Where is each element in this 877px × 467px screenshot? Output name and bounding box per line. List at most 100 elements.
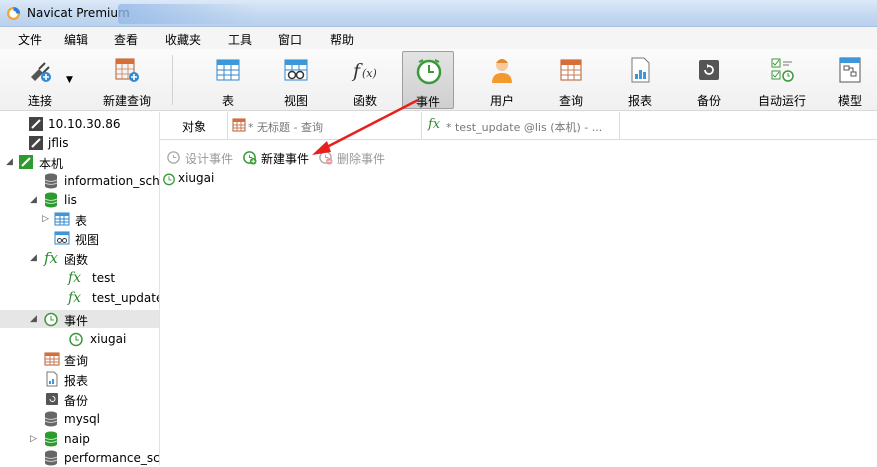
function-icon: fx [428, 117, 441, 132]
object-toolbar: 设计事件 新建事件 删除事件 [160, 141, 877, 171]
tree-item-db-information-schema[interactable]: information_sche [0, 172, 159, 190]
table-icon [54, 212, 70, 226]
menu-window[interactable]: 窗口 [278, 31, 302, 48]
tree-item-queries[interactable]: 查询 [0, 350, 159, 368]
user-button[interactable]: 用户 [476, 51, 528, 109]
button-label: 设计事件 [185, 152, 234, 166]
delete-event-button[interactable]: 删除事件 [318, 149, 396, 167]
tree-item-views[interactable]: 视图 [0, 229, 159, 247]
new-event-icon [243, 151, 257, 165]
backup-button[interactable]: 备份 [683, 51, 735, 109]
new-query-button[interactable]: 新建查询 [95, 51, 159, 109]
tab-bar: 对象 * 无标题 - 查询 fx * test_update @lis (本机)… [160, 112, 877, 140]
title-tab-area [118, 4, 258, 24]
tree-item-db-lis[interactable]: ◢ lis [0, 191, 159, 209]
model-button[interactable]: 模型 [826, 51, 874, 109]
user-icon [492, 59, 512, 83]
tree-item-db-mysql[interactable]: mysql [0, 410, 159, 428]
query-icon [560, 59, 582, 81]
tree-item-connection-1[interactable]: 10.10.30.86 [8, 115, 158, 133]
connection-icon [29, 136, 43, 150]
new-query-label: 新建查询 [102, 94, 151, 108]
tree-label: 报表 [64, 374, 89, 388]
tree-label: 表 [75, 214, 88, 228]
connect-label: 连接 [27, 94, 52, 108]
clock-icon [44, 312, 58, 327]
tree-item-function-test-update[interactable]: fx test_update [0, 289, 159, 307]
table-label: 表 [221, 94, 234, 108]
tree-item-backups[interactable]: 备份 [0, 390, 159, 408]
tree-label: xiugai [90, 332, 127, 346]
event-button[interactable]: 事件 [402, 51, 454, 109]
menu-favorites[interactable]: 收藏夹 [165, 31, 201, 48]
clock-icon [69, 332, 83, 347]
menu-tools[interactable]: 工具 [228, 31, 252, 48]
tree-item-function-test[interactable]: fx test [0, 269, 159, 287]
new-event-button[interactable]: 新建事件 [242, 149, 320, 167]
report-button[interactable]: 报表 [614, 51, 666, 109]
function-icon: fx [68, 290, 82, 306]
automation-button[interactable]: 自动运行 [748, 51, 816, 109]
menu-file[interactable]: 文件 [18, 31, 42, 48]
view-label: 视图 [283, 94, 308, 108]
tree-label: 备份 [64, 394, 89, 408]
toolbar-divider [172, 55, 173, 105]
expand-arrow-icon[interactable]: ◢ [30, 253, 37, 263]
tree-item-reports[interactable]: 报表 [0, 370, 159, 388]
button-label: 新建事件 [261, 152, 310, 166]
collapse-arrow-icon[interactable]: ▷ [30, 434, 37, 444]
navicat-logo-icon [6, 6, 21, 21]
function-icon: f (x) [351, 60, 377, 82]
design-event-button[interactable]: 设计事件 [166, 149, 244, 167]
tree-label: jflis [48, 136, 69, 150]
view-button[interactable]: 视图 [270, 51, 322, 109]
plug-icon [31, 62, 51, 82]
tree-item-tables[interactable]: ▷ 表 [0, 210, 159, 228]
function-button[interactable]: f (x) 函数 [339, 51, 391, 109]
connect-button[interactable]: 连接 [14, 51, 66, 109]
expand-arrow-icon[interactable]: ◢ [30, 314, 37, 324]
tree-item-connection-2[interactable]: jflis [8, 134, 158, 152]
query-icon [44, 352, 60, 366]
tab-test-update[interactable]: fx * test_update @lis (本机) - ... [422, 112, 620, 140]
database-icon [44, 411, 58, 427]
tree-item-db-naip[interactable]: ▷ naip [0, 430, 159, 448]
list-item[interactable]: xiugai [162, 171, 222, 189]
view-icon [284, 59, 308, 81]
tree-item-event-xiugai[interactable]: xiugai [0, 330, 159, 348]
automation-label: 自动运行 [757, 94, 806, 108]
connect-dropdown-icon[interactable]: ▼ [66, 75, 73, 85]
menu-bar: 文件 编辑 查看 收藏夹 工具 窗口 帮助 [0, 27, 877, 49]
menu-view[interactable]: 查看 [114, 31, 138, 48]
report-icon [46, 371, 58, 387]
tree-item-db-performance-schema[interactable]: performance_scl [0, 449, 159, 467]
tree-label: test_update [92, 291, 159, 305]
clock-icon [163, 173, 175, 186]
function-label: 函数 [352, 94, 377, 108]
table-icon [216, 59, 240, 81]
tab-label: * test_update @lis (本机) - ... [446, 121, 603, 134]
collapse-arrow-icon[interactable]: ▷ [42, 214, 49, 224]
table-button[interactable]: 表 [202, 51, 254, 109]
tree-label: test [92, 271, 116, 285]
query-button[interactable]: 查询 [545, 51, 597, 109]
tab-untitled-query[interactable]: * 无标题 - 查询 [228, 112, 422, 140]
tab-objects[interactable]: 对象 [160, 112, 228, 140]
tree-label: 查询 [64, 354, 89, 368]
view-icon [54, 231, 70, 245]
tree-item-functions[interactable]: ◢ fx 函数 [0, 249, 159, 267]
menu-edit[interactable]: 编辑 [64, 31, 88, 48]
expand-arrow-icon[interactable]: ◢ [6, 157, 13, 167]
tree-item-local[interactable]: ◢ 本机 [0, 153, 159, 171]
automation-icon [771, 58, 794, 82]
user-label: 用户 [489, 94, 514, 108]
event-list: xiugai [160, 171, 877, 465]
tree-label: 函数 [64, 253, 89, 267]
menu-help[interactable]: 帮助 [330, 31, 354, 48]
tree-item-events[interactable]: ◢ 事件 [0, 310, 159, 328]
new-query-icon [115, 58, 139, 82]
tree-label: 10.10.30.86 [48, 117, 121, 131]
backup-icon [699, 60, 719, 80]
expand-arrow-icon[interactable]: ◢ [30, 195, 37, 205]
list-item-label: xiugai [178, 171, 215, 185]
